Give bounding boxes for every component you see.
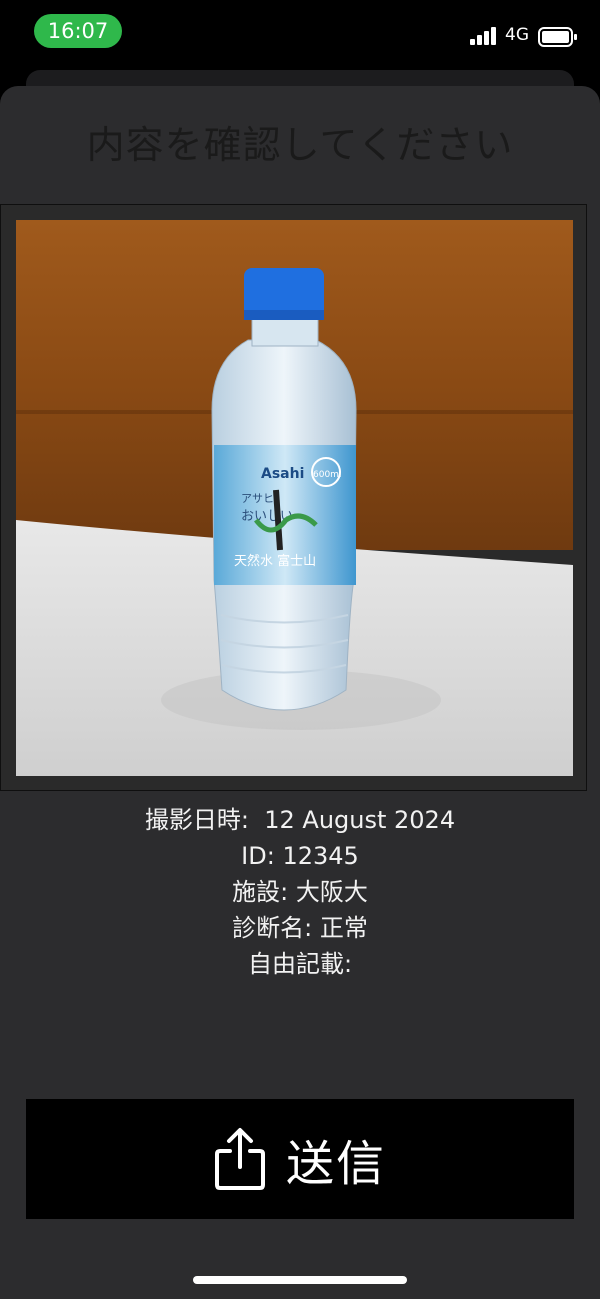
dialog-title: 内容を確認してください bbox=[86, 123, 514, 167]
diagnosis-row: 診断名: 正常 bbox=[0, 910, 600, 946]
facility-row: 施設: 大阪大 bbox=[0, 874, 600, 910]
id-value: 12345 bbox=[282, 842, 359, 870]
notes-label: 自由記載: bbox=[247, 950, 353, 978]
send-button-label: 送信 bbox=[285, 1136, 386, 1192]
send-button[interactable]: 送信 bbox=[26, 1099, 574, 1219]
facility-value: 大阪大 bbox=[295, 878, 368, 906]
svg-text:天然水 富士山: 天然水 富士山 bbox=[234, 553, 316, 569]
signal-icon bbox=[470, 27, 496, 45]
battery-icon bbox=[538, 27, 577, 47]
diagnosis-label: 診断名: bbox=[232, 914, 313, 942]
home-indicator[interactable] bbox=[193, 1276, 407, 1284]
facility-label: 施設: bbox=[232, 878, 289, 906]
status-time: 16:07 bbox=[34, 14, 122, 48]
id-label: ID: bbox=[241, 842, 275, 870]
notes-row: 自由記載: bbox=[0, 946, 600, 982]
capture-date-label: 撮影日時: bbox=[144, 806, 249, 834]
svg-text:600ml: 600ml bbox=[313, 470, 341, 480]
svg-text:アサヒ: アサヒ bbox=[241, 492, 274, 505]
network-type: 4G bbox=[505, 25, 529, 45]
share-icon bbox=[214, 1128, 265, 1190]
diagnosis-value: 正常 bbox=[319, 914, 368, 942]
capture-date-value: 12 August 2024 bbox=[264, 806, 456, 834]
svg-text:Asahi: Asahi bbox=[261, 466, 304, 482]
capture-date-row: 撮影日時: 12 August 2024 bbox=[0, 802, 600, 838]
status-bar: 16:07 4G bbox=[0, 0, 600, 64]
record-info: 撮影日時: 12 August 2024 ID: 12345 施設: 大阪大 診… bbox=[0, 802, 600, 982]
captured-photo: Asahi アサヒ おいしい 天然水 富士山 600ml bbox=[16, 220, 573, 776]
id-row: ID: 12345 bbox=[0, 838, 600, 874]
